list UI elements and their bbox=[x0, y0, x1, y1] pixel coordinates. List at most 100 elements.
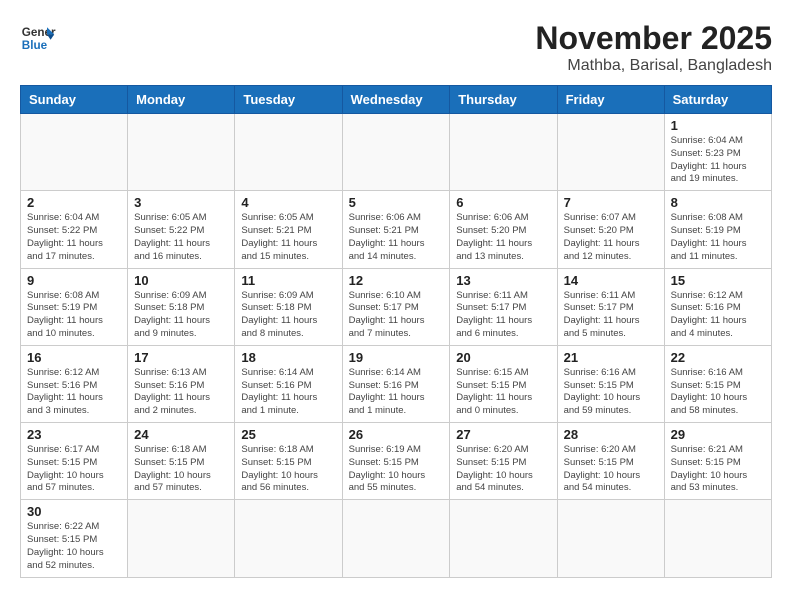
table-row: 18 Sunrise: 6:14 AM Sunset: 5:16 PM Dayli… bbox=[235, 345, 342, 422]
table-row: 12 Sunrise: 6:10 AM Sunset: 5:17 PM Dayli… bbox=[342, 268, 450, 345]
table-row: 13 Sunrise: 6:11 AM Sunset: 5:17 PM Dayli… bbox=[450, 268, 557, 345]
day-info: Sunrise: 6:11 AM Sunset: 5:17 PM Dayligh… bbox=[456, 290, 550, 341]
calendar-week-row: 30Sunrise: 6:22 AM Sunset: 5:15 PM Dayli… bbox=[21, 500, 772, 577]
day-info: Sunrise: 6:21 AM Sunset: 5:15 PM Dayligh… bbox=[671, 444, 765, 495]
svg-text:Blue: Blue bbox=[22, 39, 48, 52]
table-row: 14Sunrise: 6:11 AM Sunset: 5:17 PM Dayli… bbox=[557, 268, 664, 345]
day-number: 16 bbox=[27, 350, 121, 365]
day-info: Sunrise: 6:18 AM Sunset: 5:15 PM Dayligh… bbox=[134, 444, 228, 495]
day-info: Sunrise: 6:22 AM Sunset: 5:15 PM Dayligh… bbox=[27, 521, 121, 572]
logo-icon: General Blue bbox=[20, 20, 56, 56]
header-monday: Monday bbox=[128, 86, 235, 114]
day-number: 13 bbox=[456, 273, 550, 288]
table-row: 7 Sunrise: 6:07 AM Sunset: 5:20 PM Daylig… bbox=[557, 191, 664, 268]
day-number: 27 bbox=[456, 427, 550, 442]
calendar-table: Sunday Monday Tuesday Wednesday Thursday… bbox=[20, 85, 772, 578]
day-number: 5 bbox=[349, 195, 444, 210]
table-row: 3Sunrise: 6:05 AM Sunset: 5:22 PM Daylig… bbox=[128, 191, 235, 268]
day-number: 22 bbox=[671, 350, 765, 365]
calendar-week-row: 23 Sunrise: 6:17 AM Sunset: 5:15 PM Dayli… bbox=[21, 423, 772, 500]
table-row: 2 Sunrise: 6:04 AM Sunset: 5:22 PM Daylig… bbox=[21, 191, 128, 268]
calendar-week-row: 16 Sunrise: 6:12 AM Sunset: 5:16 PM Dayli… bbox=[21, 345, 772, 422]
header-saturday: Saturday bbox=[664, 86, 771, 114]
day-number: 11 bbox=[241, 273, 335, 288]
table-row bbox=[21, 114, 128, 191]
table-row: 15 Sunrise: 6:12 AM Sunset: 5:16 PM Dayli… bbox=[664, 268, 771, 345]
table-row: 28 Sunrise: 6:20 AM Sunset: 5:15 PM Dayli… bbox=[557, 423, 664, 500]
day-number: 26 bbox=[349, 427, 444, 442]
day-info: Sunrise: 6:14 AM Sunset: 5:16 PM Dayligh… bbox=[349, 367, 444, 418]
table-row: 19Sunrise: 6:14 AM Sunset: 5:16 PM Dayli… bbox=[342, 345, 450, 422]
table-row bbox=[450, 114, 557, 191]
day-number: 17 bbox=[134, 350, 228, 365]
table-row: 25 Sunrise: 6:18 AM Sunset: 5:15 PM Dayli… bbox=[235, 423, 342, 500]
header-friday: Friday bbox=[557, 86, 664, 114]
table-row bbox=[450, 500, 557, 577]
page-header: General Blue November 2025 Mathba, Baris… bbox=[20, 20, 772, 75]
day-number: 24 bbox=[134, 427, 228, 442]
header-tuesday: Tuesday bbox=[235, 86, 342, 114]
day-number: 12 bbox=[349, 273, 444, 288]
day-number: 25 bbox=[241, 427, 335, 442]
table-row bbox=[128, 500, 235, 577]
table-row: 17 Sunrise: 6:13 AM Sunset: 5:16 PM Dayli… bbox=[128, 345, 235, 422]
calendar-week-row: 2 Sunrise: 6:04 AM Sunset: 5:22 PM Daylig… bbox=[21, 191, 772, 268]
day-number: 4 bbox=[241, 195, 335, 210]
day-number: 23 bbox=[27, 427, 121, 442]
table-row: 8Sunrise: 6:08 AM Sunset: 5:19 PM Daylig… bbox=[664, 191, 771, 268]
day-info: Sunrise: 6:13 AM Sunset: 5:16 PM Dayligh… bbox=[134, 367, 228, 418]
day-info: Sunrise: 6:07 AM Sunset: 5:20 PM Dayligh… bbox=[564, 212, 658, 263]
day-number: 7 bbox=[564, 195, 658, 210]
header-sunday: Sunday bbox=[21, 86, 128, 114]
day-number: 9 bbox=[27, 273, 121, 288]
table-row bbox=[235, 500, 342, 577]
table-row bbox=[664, 500, 771, 577]
day-number: 21 bbox=[564, 350, 658, 365]
day-info: Sunrise: 6:12 AM Sunset: 5:16 PM Dayligh… bbox=[27, 367, 121, 418]
header-thursday: Thursday bbox=[450, 86, 557, 114]
table-row: 27Sunrise: 6:20 AM Sunset: 5:15 PM Dayli… bbox=[450, 423, 557, 500]
day-info: Sunrise: 6:09 AM Sunset: 5:18 PM Dayligh… bbox=[241, 290, 335, 341]
day-info: Sunrise: 6:05 AM Sunset: 5:21 PM Dayligh… bbox=[241, 212, 335, 263]
day-number: 18 bbox=[241, 350, 335, 365]
day-info: Sunrise: 6:04 AM Sunset: 5:22 PM Dayligh… bbox=[27, 212, 121, 263]
day-info: Sunrise: 6:04 AM Sunset: 5:23 PM Dayligh… bbox=[671, 135, 765, 186]
day-number: 28 bbox=[564, 427, 658, 442]
day-info: Sunrise: 6:17 AM Sunset: 5:15 PM Dayligh… bbox=[27, 444, 121, 495]
day-info: Sunrise: 6:08 AM Sunset: 5:19 PM Dayligh… bbox=[671, 212, 765, 263]
weekday-header-row: Sunday Monday Tuesday Wednesday Thursday… bbox=[21, 86, 772, 114]
table-row bbox=[557, 500, 664, 577]
table-row: 9Sunrise: 6:08 AM Sunset: 5:19 PM Daylig… bbox=[21, 268, 128, 345]
day-info: Sunrise: 6:16 AM Sunset: 5:15 PM Dayligh… bbox=[564, 367, 658, 418]
table-row: 20 Sunrise: 6:15 AM Sunset: 5:15 PM Dayli… bbox=[450, 345, 557, 422]
calendar-subtitle: Mathba, Barisal, Bangladesh bbox=[535, 57, 772, 75]
table-row: 16 Sunrise: 6:12 AM Sunset: 5:16 PM Dayli… bbox=[21, 345, 128, 422]
calendar-week-row: 1Sunrise: 6:04 AM Sunset: 5:23 PM Daylig… bbox=[21, 114, 772, 191]
day-info: Sunrise: 6:16 AM Sunset: 5:15 PM Dayligh… bbox=[671, 367, 765, 418]
day-info: Sunrise: 6:06 AM Sunset: 5:21 PM Dayligh… bbox=[349, 212, 444, 263]
day-info: Sunrise: 6:09 AM Sunset: 5:18 PM Dayligh… bbox=[134, 290, 228, 341]
day-info: Sunrise: 6:15 AM Sunset: 5:15 PM Dayligh… bbox=[456, 367, 550, 418]
day-number: 10 bbox=[134, 273, 228, 288]
day-number: 15 bbox=[671, 273, 765, 288]
day-info: Sunrise: 6:12 AM Sunset: 5:16 PM Dayligh… bbox=[671, 290, 765, 341]
day-number: 20 bbox=[456, 350, 550, 365]
calendar-week-row: 9Sunrise: 6:08 AM Sunset: 5:19 PM Daylig… bbox=[21, 268, 772, 345]
table-row: 24 Sunrise: 6:18 AM Sunset: 5:15 PM Dayli… bbox=[128, 423, 235, 500]
day-info: Sunrise: 6:10 AM Sunset: 5:17 PM Dayligh… bbox=[349, 290, 444, 341]
day-info: Sunrise: 6:20 AM Sunset: 5:15 PM Dayligh… bbox=[564, 444, 658, 495]
calendar-title: November 2025 bbox=[535, 20, 772, 57]
day-info: Sunrise: 6:14 AM Sunset: 5:16 PM Dayligh… bbox=[241, 367, 335, 418]
table-row: 6Sunrise: 6:06 AM Sunset: 5:20 PM Daylig… bbox=[450, 191, 557, 268]
table-row: 21 Sunrise: 6:16 AM Sunset: 5:15 PM Dayli… bbox=[557, 345, 664, 422]
title-area: November 2025 Mathba, Barisal, Banglades… bbox=[535, 20, 772, 75]
table-row: 30Sunrise: 6:22 AM Sunset: 5:15 PM Dayli… bbox=[21, 500, 128, 577]
header-wednesday: Wednesday bbox=[342, 86, 450, 114]
day-number: 2 bbox=[27, 195, 121, 210]
day-info: Sunrise: 6:18 AM Sunset: 5:15 PM Dayligh… bbox=[241, 444, 335, 495]
table-row: 23 Sunrise: 6:17 AM Sunset: 5:15 PM Dayli… bbox=[21, 423, 128, 500]
table-row: 26Sunrise: 6:19 AM Sunset: 5:15 PM Dayli… bbox=[342, 423, 450, 500]
day-info: Sunrise: 6:05 AM Sunset: 5:22 PM Dayligh… bbox=[134, 212, 228, 263]
table-row: 11 Sunrise: 6:09 AM Sunset: 5:18 PM Dayli… bbox=[235, 268, 342, 345]
table-row: 29Sunrise: 6:21 AM Sunset: 5:15 PM Dayli… bbox=[664, 423, 771, 500]
